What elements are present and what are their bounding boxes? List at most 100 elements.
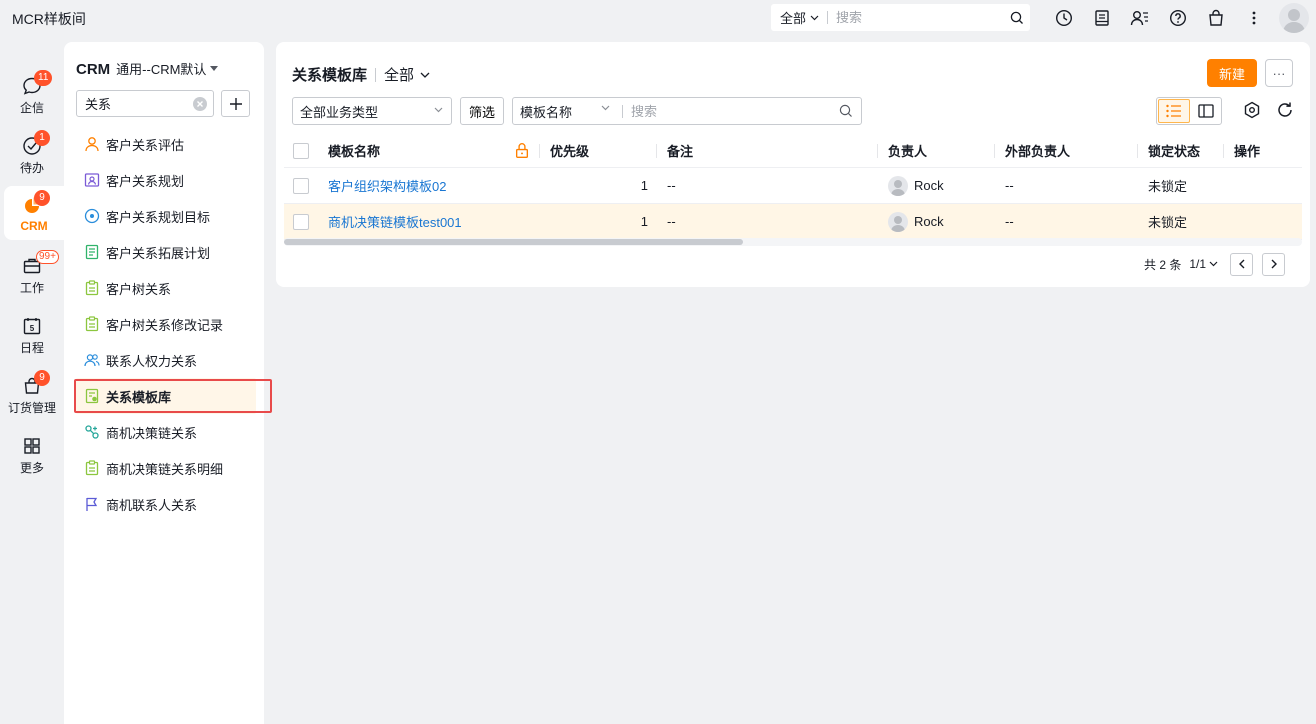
table-row[interactable]: 商机决策链模板test001 1 -- Rock -- 未锁定 — [284, 204, 1302, 240]
scope-select[interactable]: 全部 — [384, 64, 430, 85]
new-button[interactable]: 新建 — [1207, 59, 1257, 87]
template-name-link[interactable]: 客户组织架构模板02 — [328, 168, 446, 203]
subnav-search-input[interactable] — [85, 96, 185, 111]
global-search: 全部 — [771, 4, 1030, 31]
divider — [1137, 144, 1138, 158]
subnav-item-decision-chain[interactable]: 商机决策链关系 — [76, 414, 256, 450]
column-header[interactable]: 锁定状态 — [1148, 134, 1200, 167]
clipboard-icon — [85, 280, 99, 296]
search-icon[interactable] — [1004, 11, 1030, 25]
rail-item-calendar[interactable]: 5 日程 — [0, 306, 64, 360]
select-all-checkbox[interactable] — [293, 134, 309, 167]
search-field-select[interactable]: 模板名称 — [520, 102, 616, 121]
external-owner-cell: -- — [1005, 178, 1014, 193]
rail-item-messages[interactable]: 11 企信 — [0, 66, 64, 120]
global-search-input[interactable] — [836, 10, 1004, 25]
link-chain-icon — [85, 425, 99, 439]
table-row[interactable]: 客户组织架构模板02 1 -- Rock -- 未锁定 — [284, 168, 1302, 204]
list-view-button[interactable] — [1158, 99, 1190, 123]
scope-select-label: 全部 — [384, 67, 415, 84]
subnav-scope-select[interactable]: 通用--CRM默认 — [116, 59, 219, 78]
top-bar: MCR样板间 全部 — [0, 0, 1316, 36]
subnav-item-relation-template-library[interactable]: 关系模板库 — [76, 378, 256, 414]
row-checkbox[interactable] — [293, 168, 309, 203]
help-icon[interactable] — [1166, 6, 1190, 30]
owner-name: Rock — [914, 214, 944, 229]
lock-status-cell: 未锁定 — [1148, 179, 1188, 194]
priority-cell: 1 — [640, 178, 648, 193]
settings-icon[interactable] — [1243, 101, 1261, 119]
column-header[interactable]: 操作 — [1234, 134, 1260, 167]
owner-name: Rock — [914, 178, 944, 193]
rail-label: 日程 — [19, 341, 44, 355]
column-header[interactable]: 负责人 — [888, 134, 927, 167]
subnav-item-label: 客户树关系 — [106, 281, 172, 297]
rail-item-work[interactable]: 99+ 工作 — [0, 246, 64, 300]
template-doc-icon — [85, 388, 99, 404]
rail-item-more[interactable]: 更多 — [0, 426, 64, 480]
pagination: 共 2 条 1/1 — [1144, 252, 1286, 276]
template-name-link[interactable]: 商机决策链模板test001 — [328, 204, 462, 239]
refresh-icon[interactable] — [1276, 101, 1294, 119]
clipboard-icon — [85, 460, 99, 476]
divider — [539, 144, 540, 158]
subnav-item-decision-chain-detail[interactable]: 商机决策链关系明细 — [76, 450, 256, 486]
app-title: MCR样板间 — [12, 11, 86, 27]
column-header[interactable]: 模板名称 — [328, 134, 380, 167]
subnav-header: CRM 通用--CRM默认 — [76, 59, 219, 78]
row-checkbox[interactable] — [293, 204, 309, 239]
person-icon — [85, 137, 99, 152]
page-select[interactable]: 1/1 — [1189, 257, 1218, 271]
user-avatar[interactable] — [1279, 3, 1309, 33]
people-icon — [84, 354, 100, 367]
top-icons — [1052, 6, 1266, 30]
grid-icon — [24, 438, 40, 454]
column-header[interactable]: 外部负责人 — [1005, 134, 1070, 167]
divider — [1223, 144, 1224, 158]
total-count: 共 2 条 — [1144, 257, 1182, 272]
prev-page-button[interactable] — [1230, 252, 1254, 276]
contacts-icon[interactable] — [1128, 6, 1152, 30]
chevron-down-icon — [1209, 261, 1218, 267]
chevron-left-icon — [1238, 259, 1245, 269]
more-actions-button[interactable]: ··· — [1265, 59, 1293, 87]
subnav-item-opportunity-contact[interactable]: 商机联系人关系 — [76, 486, 256, 522]
column-header[interactable]: 优先级 — [550, 134, 589, 167]
view-toggle — [1156, 97, 1222, 125]
column-header[interactable]: 备注 — [667, 134, 693, 167]
rail-item-todo[interactable]: 1 待办 — [0, 126, 64, 180]
unread-badge: 9 — [34, 370, 50, 386]
search-icon[interactable] — [839, 104, 853, 118]
global-search-scope[interactable]: 全部 — [771, 8, 819, 27]
rail-item-orders[interactable]: 9 订货管理 — [0, 366, 64, 420]
subnav-item-label: 商机决策链关系 — [106, 425, 198, 441]
notebook-icon[interactable] — [1090, 6, 1114, 30]
subnav-menu: 客户关系评估 客户关系规划 客户关系规划目标 客户关系拓展计划 客户树关系 客户… — [76, 126, 256, 522]
filter-button[interactable]: 筛选 — [460, 97, 504, 125]
rail-label: 工作 — [19, 281, 44, 295]
subnav-item-customer-tree[interactable]: 客户树关系 — [76, 270, 256, 306]
rail-item-crm[interactable]: 9 CRM — [4, 186, 64, 240]
subnav-item-customer-relation-eval[interactable]: 客户关系评估 — [76, 126, 256, 162]
horizontal-scrollbar[interactable] — [284, 238, 1302, 246]
chevron-down-icon — [810, 15, 819, 20]
subnav-item-contact-power[interactable]: 联系人权力关系 — [76, 342, 256, 378]
subnav-item-customer-relation-plan[interactable]: 客户关系规划 — [76, 162, 256, 198]
subnav-item-relation-plan-target[interactable]: 客户关系规划目标 — [76, 198, 256, 234]
rail-label: 待办 — [19, 161, 44, 175]
subnav-item-relation-expansion-plan[interactable]: 客户关系拓展计划 — [76, 234, 256, 270]
subnav-item-label: 客户关系评估 — [106, 137, 185, 153]
subnav-item-customer-tree-log[interactable]: 客户树关系修改记录 — [76, 306, 256, 342]
more-vertical-icon[interactable] — [1242, 6, 1266, 30]
priority-cell: 1 — [640, 214, 648, 229]
business-type-select[interactable]: 全部业务类型 — [292, 97, 452, 125]
shopping-bag-icon[interactable] — [1204, 6, 1228, 30]
clock-icon[interactable] — [1052, 6, 1076, 30]
split-view-button[interactable] — [1191, 98, 1221, 124]
scrollbar-thumb[interactable] — [284, 239, 743, 245]
add-menu-button[interactable] — [221, 90, 250, 117]
table-search-input[interactable] — [631, 103, 821, 119]
next-page-button[interactable] — [1262, 252, 1286, 276]
unread-badge: 9 — [34, 190, 50, 206]
clear-icon[interactable] — [193, 97, 207, 111]
